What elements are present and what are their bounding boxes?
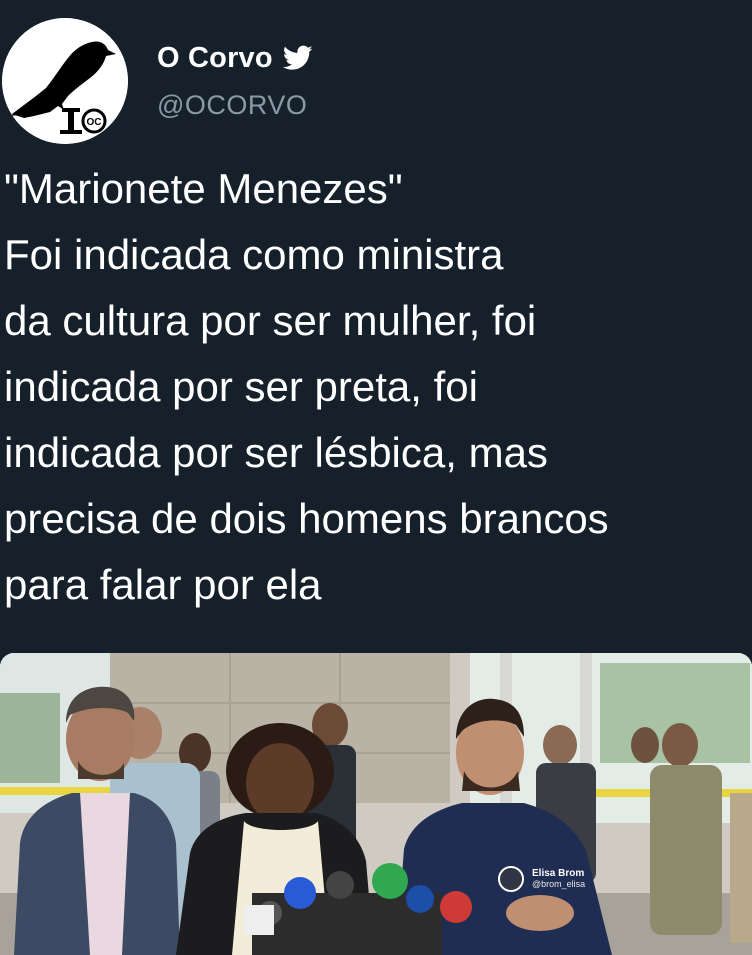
- author-handle[interactable]: @OCORVO: [157, 90, 307, 121]
- watermark-name: Elisa Brom: [532, 868, 585, 879]
- tweet-text-line: para falar por ela: [4, 561, 322, 608]
- tweet-media-photo[interactable]: [0, 653, 752, 955]
- tweet-text-line: precisa de dois homens brancos: [4, 495, 609, 542]
- twitter-bird-icon: [282, 45, 313, 71]
- tweet-text-line: indicada por ser preta, foi: [4, 363, 478, 410]
- author-display-name[interactable]: O Corvo: [157, 42, 273, 75]
- tweet-text-line: Foi indicada como ministra: [4, 231, 504, 278]
- watermark-handle: @brom_elisa: [532, 879, 586, 889]
- tweet-text-line: indicada por ser lésbica, mas: [4, 429, 548, 476]
- watermark-avatar-icon: [498, 866, 524, 892]
- media-watermark: Elisa Brom @brom_elisa: [498, 864, 585, 894]
- tweet-text-line: "Marionete Menezes": [4, 165, 403, 212]
- author-name-row: O Corvo: [157, 40, 313, 76]
- watermark-text: Elisa Brom @brom_elisa: [532, 868, 585, 890]
- avatar[interactable]: OC: [2, 18, 128, 144]
- tweet-text: "Marionete Menezes" Foi indicada como mi…: [4, 156, 752, 618]
- crow-logo-icon: OC: [2, 18, 128, 144]
- svg-text:OC: OC: [87, 117, 102, 128]
- tweet-card: OC O Corvo @OCORVO "Marionete Menezes" F…: [0, 0, 752, 955]
- tweet-header: OC O Corvo @OCORVO: [0, 0, 752, 150]
- tweet-text-line: da cultura por ser mulher, foi: [4, 297, 537, 344]
- press-conference-photo: [0, 653, 752, 955]
